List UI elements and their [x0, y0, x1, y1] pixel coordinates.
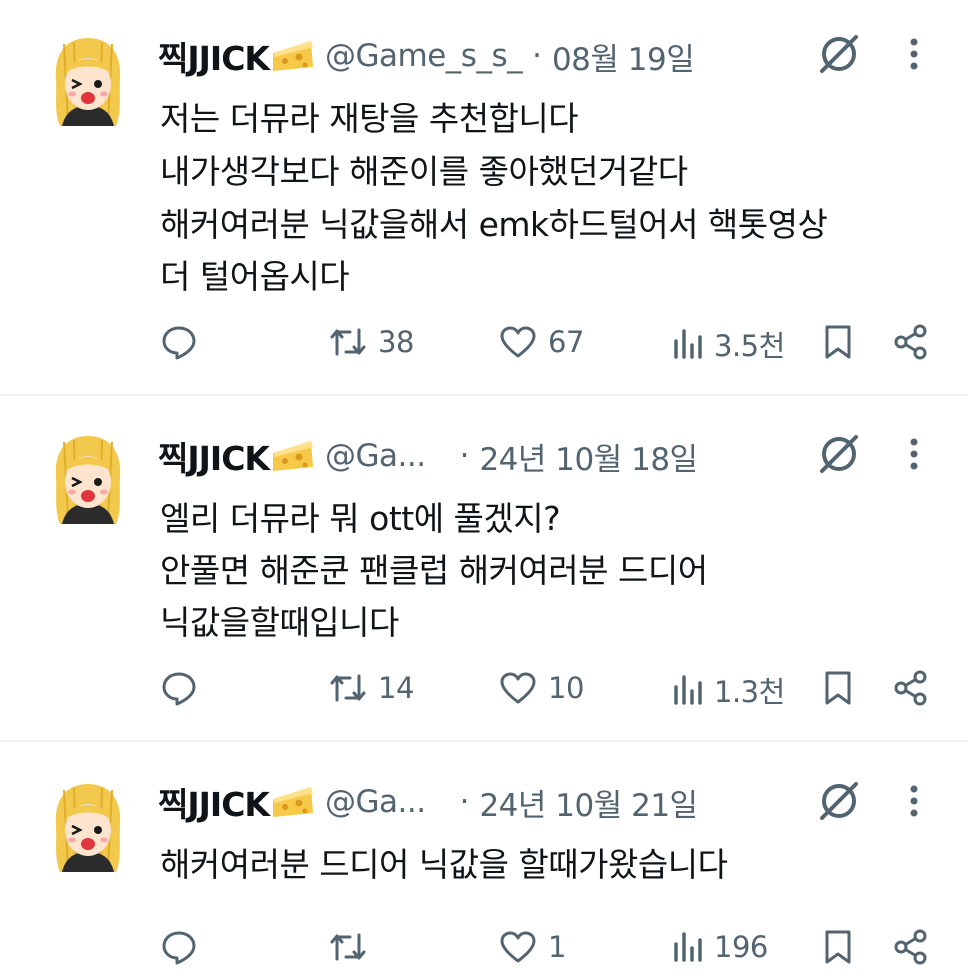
- tweet-text-line: 안풀면 해준쿤 팬클럽 해커여러분 드디어: [160, 551, 708, 590]
- timestamp[interactable]: 08월 19일: [552, 34, 695, 79]
- share-icon: [892, 323, 930, 361]
- separator-dot: ·: [459, 784, 470, 820]
- avatar[interactable]: [50, 780, 126, 880]
- heart-icon: [498, 323, 538, 361]
- views-count: 1.3천: [714, 675, 785, 709]
- heart-icon: [498, 928, 538, 966]
- share-button[interactable]: [892, 323, 930, 361]
- action-bar: 1 196: [0, 928, 968, 972]
- timestamp[interactable]: 24년 10월 21일: [479, 780, 698, 825]
- display-name[interactable]: 찍JJICK: [158, 432, 270, 480]
- more-vertical-icon[interactable]: [900, 436, 928, 476]
- tweet-text-line: 엘리 더뮤라 뭐 ott에 풀겠지?: [160, 499, 561, 538]
- avatar[interactable]: [50, 34, 126, 134]
- share-button[interactable]: [892, 928, 930, 966]
- like-button[interactable]: 10: [498, 669, 584, 707]
- views-count: 3.5천: [714, 329, 785, 363]
- tweet-text-line: 저는 더뮤라 재탕을 추천합니다: [160, 99, 579, 138]
- tweet-text-line: 해커여러분 드디어 닉값을 할때가왔습니다: [160, 845, 728, 884]
- share-icon: [892, 928, 930, 966]
- tweet-header: 찍JJICK @Ga... · 24년 10월 18일: [158, 432, 698, 480]
- views-button[interactable]: 1.3천: [672, 669, 785, 711]
- views-count: 196: [714, 930, 768, 964]
- tweet-3[interactable]: 찍JJICK @Ga... · 24년 10월 21일 해커여러분 드디어 닉값…: [0, 742, 968, 980]
- retweet-button[interactable]: [328, 928, 378, 966]
- display-name[interactable]: 찍JJICK: [158, 32, 270, 80]
- like-count: 1: [548, 930, 566, 964]
- reply-button[interactable]: [160, 669, 208, 707]
- views-icon: [672, 325, 704, 363]
- bookmark-icon: [822, 323, 854, 361]
- share-icon: [892, 669, 930, 707]
- user-handle[interactable]: @Ga...: [325, 438, 426, 474]
- bookmark-button[interactable]: [822, 323, 854, 361]
- retweet-count: 38: [378, 325, 414, 359]
- like-button[interactable]: 67: [498, 323, 584, 361]
- views-button[interactable]: 196: [672, 928, 768, 966]
- separator-dot: ·: [532, 38, 542, 74]
- bookmark-icon: [822, 928, 854, 966]
- user-handle[interactable]: @Game_s_s_: [325, 38, 523, 74]
- bookmark-icon: [822, 669, 854, 707]
- reply-button[interactable]: [160, 323, 208, 361]
- tweet-text-line: 내가생각보다 해준이를 좋아했던거같다: [160, 152, 688, 191]
- bookmark-button[interactable]: [822, 669, 854, 707]
- more-vertical-icon[interactable]: [900, 783, 928, 823]
- avatar[interactable]: [50, 432, 126, 532]
- user-handle[interactable]: @Ga...: [325, 784, 426, 820]
- cheese-icon: [271, 437, 315, 475]
- cheese-icon: [271, 37, 315, 75]
- tweet-text-line: 닉값을할때입니다: [160, 603, 399, 642]
- tweet-2[interactable]: 찍JJICK @Ga... · 24년 10월 18일 엘리 더뮤라 뭐 ott…: [0, 396, 968, 740]
- heart-icon: [498, 669, 538, 707]
- views-icon: [672, 671, 704, 709]
- like-button[interactable]: 1: [498, 928, 566, 966]
- separator-dot: ·: [459, 438, 470, 474]
- more-vertical-icon[interactable]: [900, 36, 928, 76]
- tweet-text-line: 해커여러분 닉값을해서 emk하드털어서 핵톳영상: [160, 205, 828, 244]
- reply-icon: [160, 669, 198, 707]
- retweet-count: 14: [378, 671, 414, 705]
- share-button[interactable]: [892, 669, 930, 707]
- reply-icon: [160, 928, 198, 966]
- retweet-icon: [328, 928, 368, 966]
- tweet-header: 찍JJICK @Game_s_s_ · 08월 19일: [158, 32, 695, 80]
- action-bar: 14 10 1.3천: [0, 669, 968, 713]
- reply-button[interactable]: [160, 928, 208, 966]
- timestamp[interactable]: 24년 10월 18일: [479, 434, 698, 479]
- display-name[interactable]: 찍JJICK: [158, 778, 270, 826]
- retweet-icon: [328, 669, 368, 707]
- bookmark-button[interactable]: [822, 928, 854, 966]
- retweet-button[interactable]: 38: [328, 323, 414, 361]
- action-bar: 38 67 3.5천: [0, 323, 968, 367]
- grok-icon[interactable]: [816, 778, 862, 824]
- cheese-icon: [271, 783, 315, 821]
- views-button[interactable]: 3.5천: [672, 323, 785, 365]
- reply-icon: [160, 323, 198, 361]
- like-count: 10: [548, 671, 584, 705]
- like-count: 67: [548, 325, 584, 359]
- grok-icon[interactable]: [816, 31, 862, 77]
- retweet-button[interactable]: 14: [328, 669, 414, 707]
- tweet-header: 찍JJICK @Ga... · 24년 10월 21일: [158, 778, 698, 826]
- tweet-1[interactable]: 찍JJICK @Game_s_s_ · 08월 19일 저는 더뮤라 재탕을 추…: [0, 0, 968, 394]
- retweet-icon: [328, 323, 368, 361]
- views-icon: [672, 928, 704, 966]
- tweet-text-line: 더 털어옵시다: [160, 257, 350, 296]
- grok-icon[interactable]: [816, 431, 862, 477]
